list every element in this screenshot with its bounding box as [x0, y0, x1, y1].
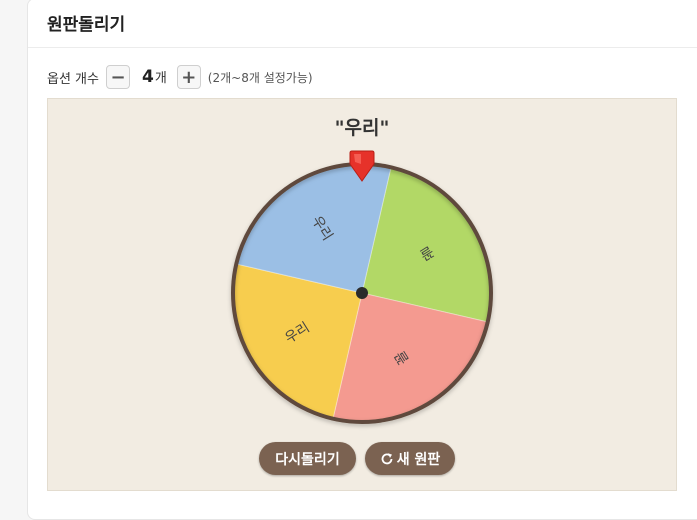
card-header: 원판돌리기 — [28, 0, 697, 48]
wheel-card: 원판돌리기 옵션 개수 − 4 개 + (2개~8개 설정가능) "우리" 꼴꼴… — [27, 0, 697, 520]
minus-icon: − — [110, 66, 126, 88]
option-count-row: 옵션 개수 − 4 개 + (2개~8개 설정가능) — [47, 63, 313, 91]
respin-button-label: 다시돌리기 — [275, 451, 340, 468]
respin-button[interactable]: 다시돌리기 — [259, 442, 356, 475]
option-count-unit: 개 — [154, 71, 167, 86]
option-count-number: 4 — [141, 67, 154, 87]
decrease-button[interactable]: − — [105, 65, 130, 89]
wheel-stage: "우리" 꼴 꼴 우리 우리 다시돌리기 새 원판 — [47, 98, 677, 491]
plus-icon: + — [181, 66, 197, 88]
wheel-hub — [356, 287, 368, 299]
option-count-hint: (2개~8개 설정가능) — [207, 70, 313, 85]
increase-button[interactable]: + — [176, 65, 201, 89]
option-count-value: 4 개 — [142, 67, 167, 87]
new-wheel-button[interactable]: 새 원판 — [365, 442, 455, 475]
pointer-icon — [349, 150, 375, 182]
new-wheel-button-label: 새 원판 — [396, 451, 441, 468]
refresh-icon — [381, 452, 393, 464]
option-count-label: 옵션 개수 — [47, 71, 99, 87]
page-title: 원판돌리기 — [47, 15, 126, 35]
